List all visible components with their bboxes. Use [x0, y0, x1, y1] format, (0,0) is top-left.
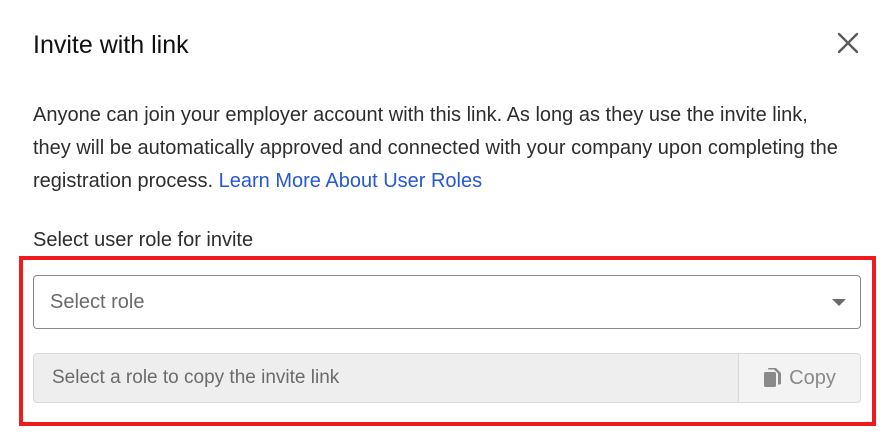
chevron-down-icon	[832, 299, 846, 306]
invite-link-group: Copy	[33, 353, 861, 403]
dialog-title: Invite with link	[33, 31, 189, 59]
copy-button[interactable]: Copy	[738, 354, 860, 402]
invite-dialog: Invite with link Anyone can join your em…	[0, 0, 886, 436]
role-select-label: Select user role for invite	[33, 229, 254, 251]
dialog-description: Anyone can join your employer account wi…	[33, 99, 843, 198]
close-icon	[837, 32, 859, 54]
copy-label: Copy	[789, 366, 836, 389]
role-select[interactable]: Select role	[33, 275, 861, 329]
role-select-placeholder: Select role	[50, 291, 145, 313]
learn-more-link[interactable]: Learn More About User Roles	[219, 170, 482, 192]
copy-icon	[764, 368, 782, 387]
close-button[interactable]	[834, 29, 862, 57]
invite-link-field[interactable]	[34, 354, 738, 402]
